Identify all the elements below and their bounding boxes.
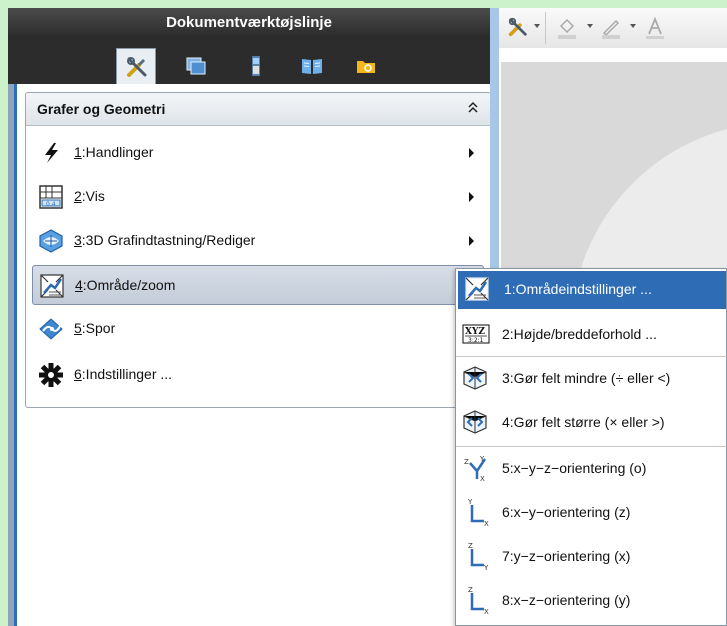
menu-item-window-zoom[interactable]: 4:Område/zoom (32, 265, 484, 305)
text-color-icon[interactable] (643, 16, 667, 45)
axis-letter: Z (468, 587, 473, 594)
submenu-item-label: 5:x−y−z−orientering (o) (502, 460, 647, 476)
3d-graph-icon (38, 228, 64, 254)
svg-text:0.4: 0.4 (46, 201, 56, 208)
aspect-ratio-icon-text-top: XYZ (465, 327, 485, 337)
line-color-icon[interactable] (599, 16, 623, 45)
app-menu-graphs-geometry: Grafer og Geometri 1:Handlinger 0.4 2:Vi… (25, 92, 491, 408)
app-menu-header[interactable]: Grafer og Geometri (26, 93, 490, 126)
toolbox-content: Grafer og Geometri 1:Handlinger 0.4 2:Vi… (14, 84, 491, 626)
toolbox-title: Dokumentværktøjslinje (8, 8, 490, 38)
handheld-icon (252, 56, 260, 76)
menu-item-number: 3 (74, 232, 82, 248)
submenu-item-label: 1:Områdeindstillinger ... (504, 281, 652, 297)
menu-item-label: :Vis (81, 188, 105, 204)
format-toolbar (499, 8, 727, 49)
submenu-item-label: 7:y−z−orientering (x) (502, 548, 631, 564)
view-icon: 0.4 (38, 184, 64, 210)
tab-content[interactable] (346, 48, 386, 84)
menu-item-label: :Handlinger (81, 144, 154, 160)
app-menu-title: Grafer og Geometri (37, 101, 166, 117)
submenu-item-grow-box[interactable]: 4:Gør felt større (× eller >) (456, 401, 727, 444)
collapse-icon[interactable] (468, 101, 478, 116)
tools-icon[interactable] (507, 16, 529, 43)
book-icon (302, 59, 322, 74)
axis-letter: Z (464, 458, 469, 466)
trace-icon (38, 316, 64, 342)
fill-color-icon[interactable] (555, 16, 579, 45)
axis-letter: X (484, 608, 489, 615)
toolbox-tabs (8, 38, 490, 84)
submenu-item-shrink-box[interactable]: 3:Gør felt mindre (÷ eller <) (456, 357, 727, 400)
menu-item-label: :Indstillinger ... (81, 366, 173, 382)
submenu-arrow-icon (469, 192, 474, 202)
submenu-item-yz-orientation[interactable]: Z Y 7:y−z−orientering (x) (456, 535, 727, 578)
tab-library[interactable] (292, 48, 332, 84)
menu-item-label: :Spor (81, 320, 116, 336)
menu-item-trace[interactable]: 5:Spor (32, 309, 484, 349)
submenu-item-window-settings[interactable]: 1:Områdeindstillinger ... (458, 271, 726, 309)
chevron-down-icon[interactable] (587, 24, 593, 28)
menu-item-actions[interactable]: 1:Handlinger (32, 133, 484, 173)
axis-letter: X (484, 520, 489, 527)
submenu-item-xz-orientation[interactable]: Z X 8:x−z−orientering (y) (456, 579, 727, 622)
xy-orientation-icon: Y X (462, 498, 489, 528)
xz-orientation-icon: Z X (462, 586, 489, 616)
submenu-item-label: 3:Gør felt mindre (÷ eller <) (502, 370, 671, 386)
chevron-down-icon[interactable] (630, 24, 636, 28)
axis-letter: Y (467, 499, 473, 506)
folder-icon (357, 61, 375, 73)
axis-letter: Z (468, 543, 473, 550)
axis-letter: Y (483, 564, 489, 571)
menu-item-number: 6 (74, 366, 82, 382)
submenu-item-xy-orientation[interactable]: Y X 6:x−y−orientering (z) (456, 491, 727, 534)
submenu-item-xyz-orientation[interactable]: Z Y X 5:x−y−z−orientering (o) (456, 447, 727, 490)
aspect-ratio-icon-text-bottom: 3:2:1 (468, 337, 484, 344)
menu-item-number: 1 (74, 144, 82, 160)
submenu-window-zoom: 1:Områdeindstillinger ... XYZ 3:2:1 2:Hø… (455, 268, 727, 626)
submenu-item-label: 6:x−y−orientering (z) (502, 504, 631, 520)
submenu-item-label: 4:Gør felt større (× eller >) (502, 414, 665, 430)
tab-page-sorter[interactable] (176, 48, 216, 84)
submenu-item-label: 2:Højde/breddeforhold ... (502, 326, 657, 342)
menu-item-number: 4 (75, 277, 83, 293)
submenu-arrow-icon (469, 236, 474, 246)
menu-item-settings[interactable]: 6:Indstillinger ... (32, 355, 484, 395)
menu-item-number: 5 (74, 320, 82, 336)
window-settings-icon (464, 276, 490, 302)
tab-handheld[interactable] (236, 48, 276, 84)
lightning-icon (38, 140, 64, 166)
aspect-ratio-icon: XYZ 3:2:1 (462, 321, 490, 347)
menu-item-3d-graph-entry[interactable]: 3:3D Grafindtastning/Rediger (32, 221, 484, 261)
yz-orientation-icon: Z Y (462, 542, 489, 572)
menu-item-label: :3D Grafindtastning/Rediger (81, 232, 256, 248)
page-sorter-icon (186, 57, 206, 75)
toolbar-divider (545, 12, 546, 44)
tools-icon (127, 57, 147, 77)
document-toolbox: Dokumentværktøjslinje Grafer og Geometri… (8, 8, 491, 626)
menu-item-view[interactable]: 0.4 2:Vis (32, 177, 484, 217)
submenu-arrow-icon (469, 148, 474, 158)
submenu-item-aspect-ratio[interactable]: XYZ 3:2:1 2:Højde/breddeforhold ... (456, 313, 727, 356)
menu-item-label: :Område/zoom (82, 277, 176, 293)
menu-item-number: 2 (74, 188, 82, 204)
xyz-orientation-icon: Z Y X (462, 455, 488, 483)
submenu-item-label: 8:x−z−orientering (y) (502, 592, 631, 608)
axis-letter: X (480, 475, 485, 483)
tab-tools[interactable] (116, 48, 156, 84)
gear-icon (38, 362, 64, 388)
shrink-box-icon (462, 365, 488, 391)
zoom-icon (39, 273, 65, 299)
grow-box-icon (462, 409, 488, 435)
chevron-down-icon[interactable] (534, 24, 540, 28)
axis-letter: Y (479, 455, 485, 463)
